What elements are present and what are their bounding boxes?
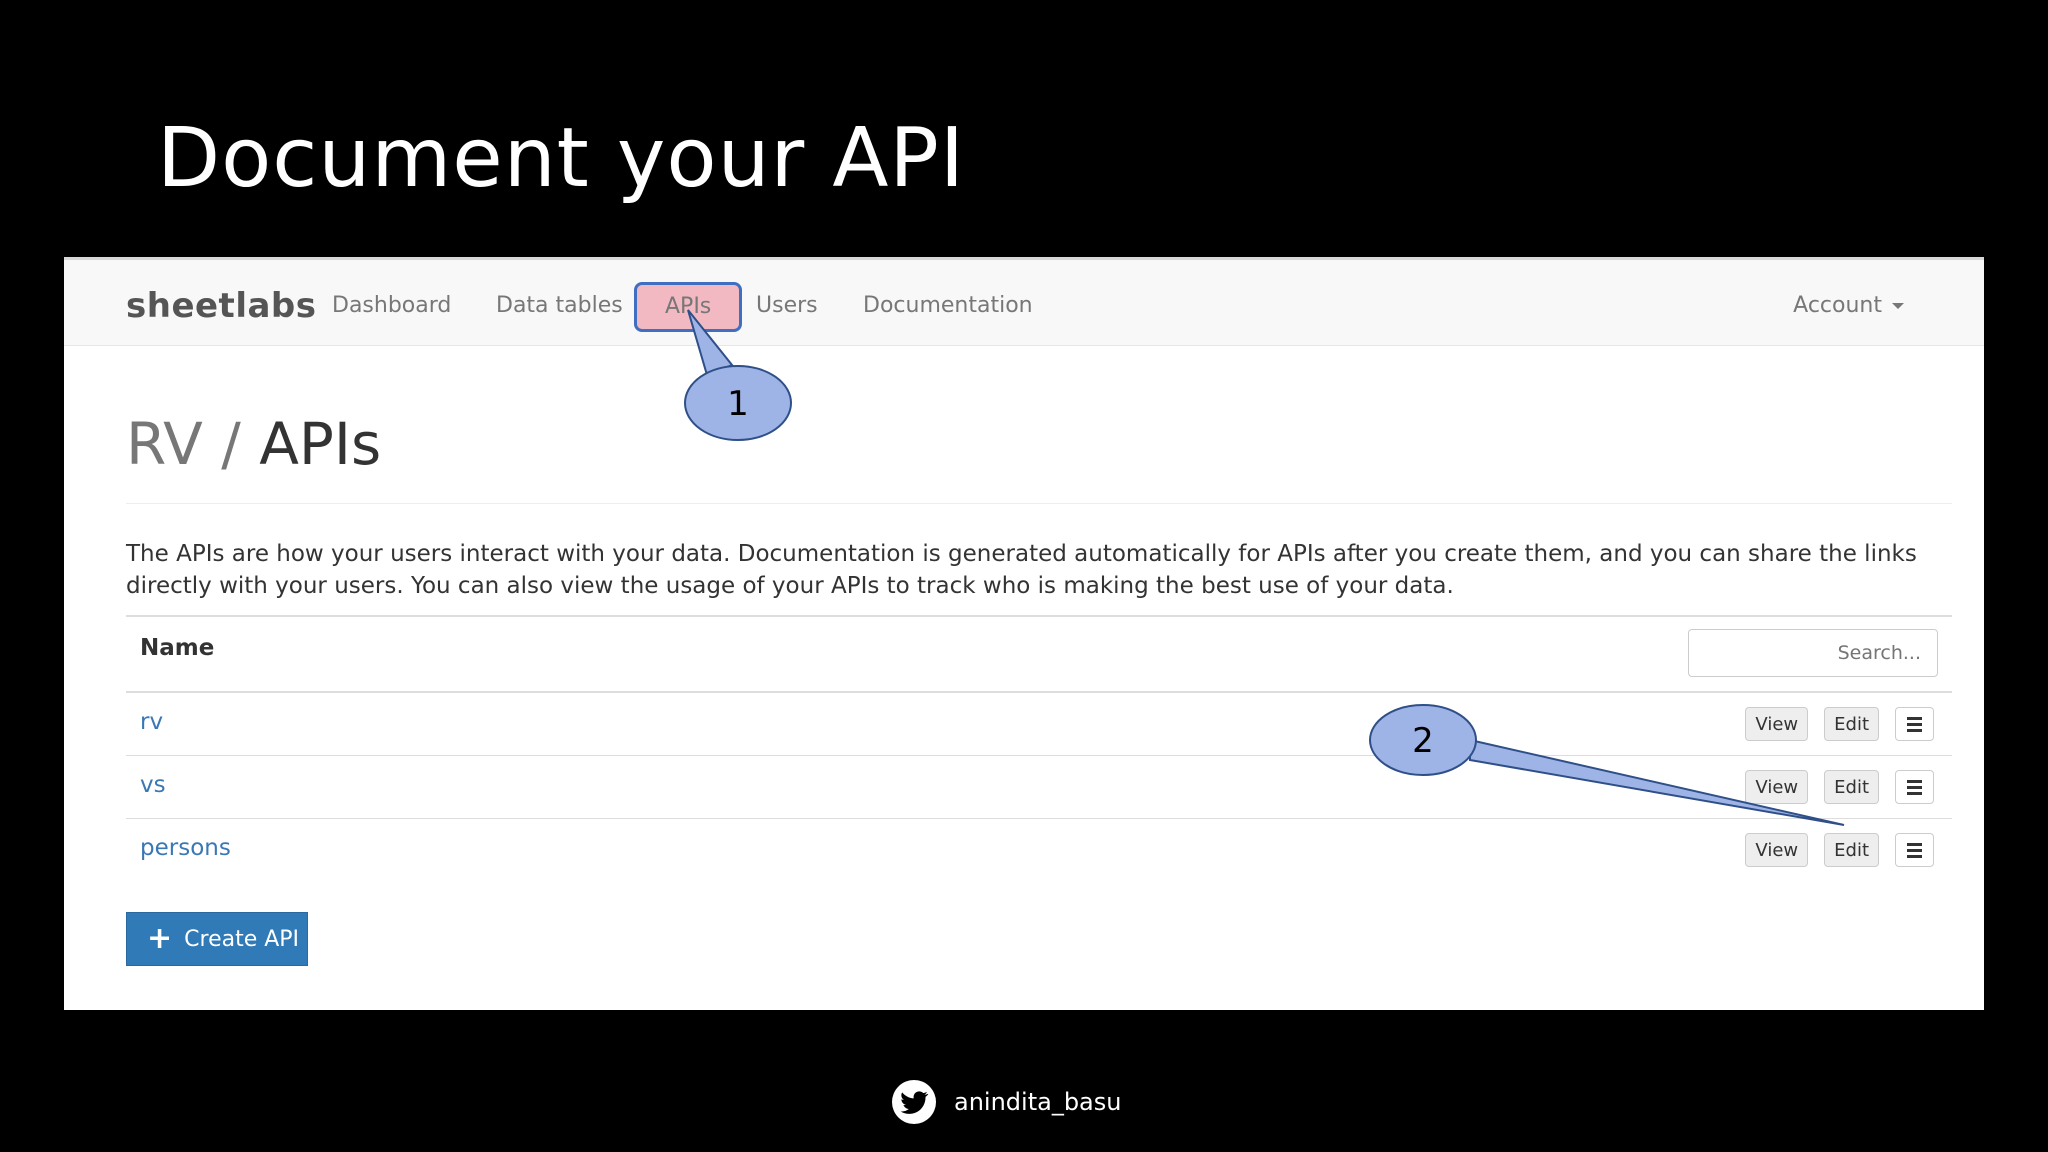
view-button[interactable]: View — [1745, 707, 1809, 741]
table-header: Name — [126, 615, 1952, 693]
api-link[interactable]: persons — [140, 835, 231, 861]
slide-footer: anindita_basu — [892, 1080, 1121, 1124]
edit-button[interactable]: Edit — [1824, 707, 1879, 741]
breadcrumb: RV / — [126, 410, 260, 478]
row-actions: View Edit — [1745, 770, 1934, 804]
apis-table: Name rv View Edit vs View Edit persons V… — [126, 615, 1952, 881]
caret-down-icon — [1892, 303, 1904, 309]
name-column-header: Name — [140, 635, 215, 661]
hamburger-icon — [1907, 848, 1922, 852]
nav-dashboard[interactable]: Dashboard — [332, 293, 451, 318]
row-actions: View Edit — [1745, 707, 1934, 741]
app-screenshot: sheetlabs Dashboard Data tables APIs Use… — [64, 257, 1984, 1010]
row-menu-button[interactable] — [1895, 833, 1934, 867]
create-api-button[interactable]: + Create API — [126, 912, 308, 966]
page-description: The APIs are how your users interact wit… — [126, 541, 1917, 599]
edit-button[interactable]: Edit — [1824, 770, 1879, 804]
nav-documentation[interactable]: Documentation — [863, 293, 1033, 318]
top-navbar: sheetlabs Dashboard Data tables APIs Use… — [64, 260, 1984, 346]
nav-apis[interactable]: APIs — [634, 282, 743, 332]
page-title-text: APIs — [259, 410, 382, 478]
account-label: Account — [1793, 293, 1882, 318]
search-input[interactable] — [1688, 629, 1938, 677]
nav-data-tables[interactable]: Data tables — [496, 293, 623, 318]
table-row: vs View Edit — [126, 756, 1952, 819]
api-link[interactable]: vs — [140, 772, 166, 798]
row-actions: View Edit — [1745, 833, 1934, 867]
hamburger-icon — [1907, 722, 1922, 726]
view-button[interactable]: View — [1745, 833, 1809, 867]
slide-title: Document your API — [157, 111, 966, 206]
twitter-icon — [892, 1080, 936, 1124]
plus-icon: + — [147, 921, 173, 956]
create-api-label: Create API — [184, 926, 300, 952]
table-row: rv View Edit — [126, 693, 1952, 756]
heading-divider — [126, 503, 1952, 504]
edit-button[interactable]: Edit — [1824, 833, 1879, 867]
hamburger-icon — [1907, 785, 1922, 789]
brand-logo[interactable]: sheetlabs — [126, 286, 317, 326]
page-title: RV / APIs — [126, 410, 381, 478]
table-row: persons View Edit — [126, 819, 1952, 881]
nav-users[interactable]: Users — [756, 293, 818, 318]
view-button[interactable]: View — [1745, 770, 1809, 804]
account-menu[interactable]: Account — [1793, 293, 1904, 318]
api-link[interactable]: rv — [140, 709, 163, 735]
twitter-handle: anindita_basu — [954, 1088, 1122, 1116]
row-menu-button[interactable] — [1895, 770, 1934, 804]
twitter-bird-icon — [900, 1091, 929, 1114]
row-menu-button[interactable] — [1895, 707, 1934, 741]
